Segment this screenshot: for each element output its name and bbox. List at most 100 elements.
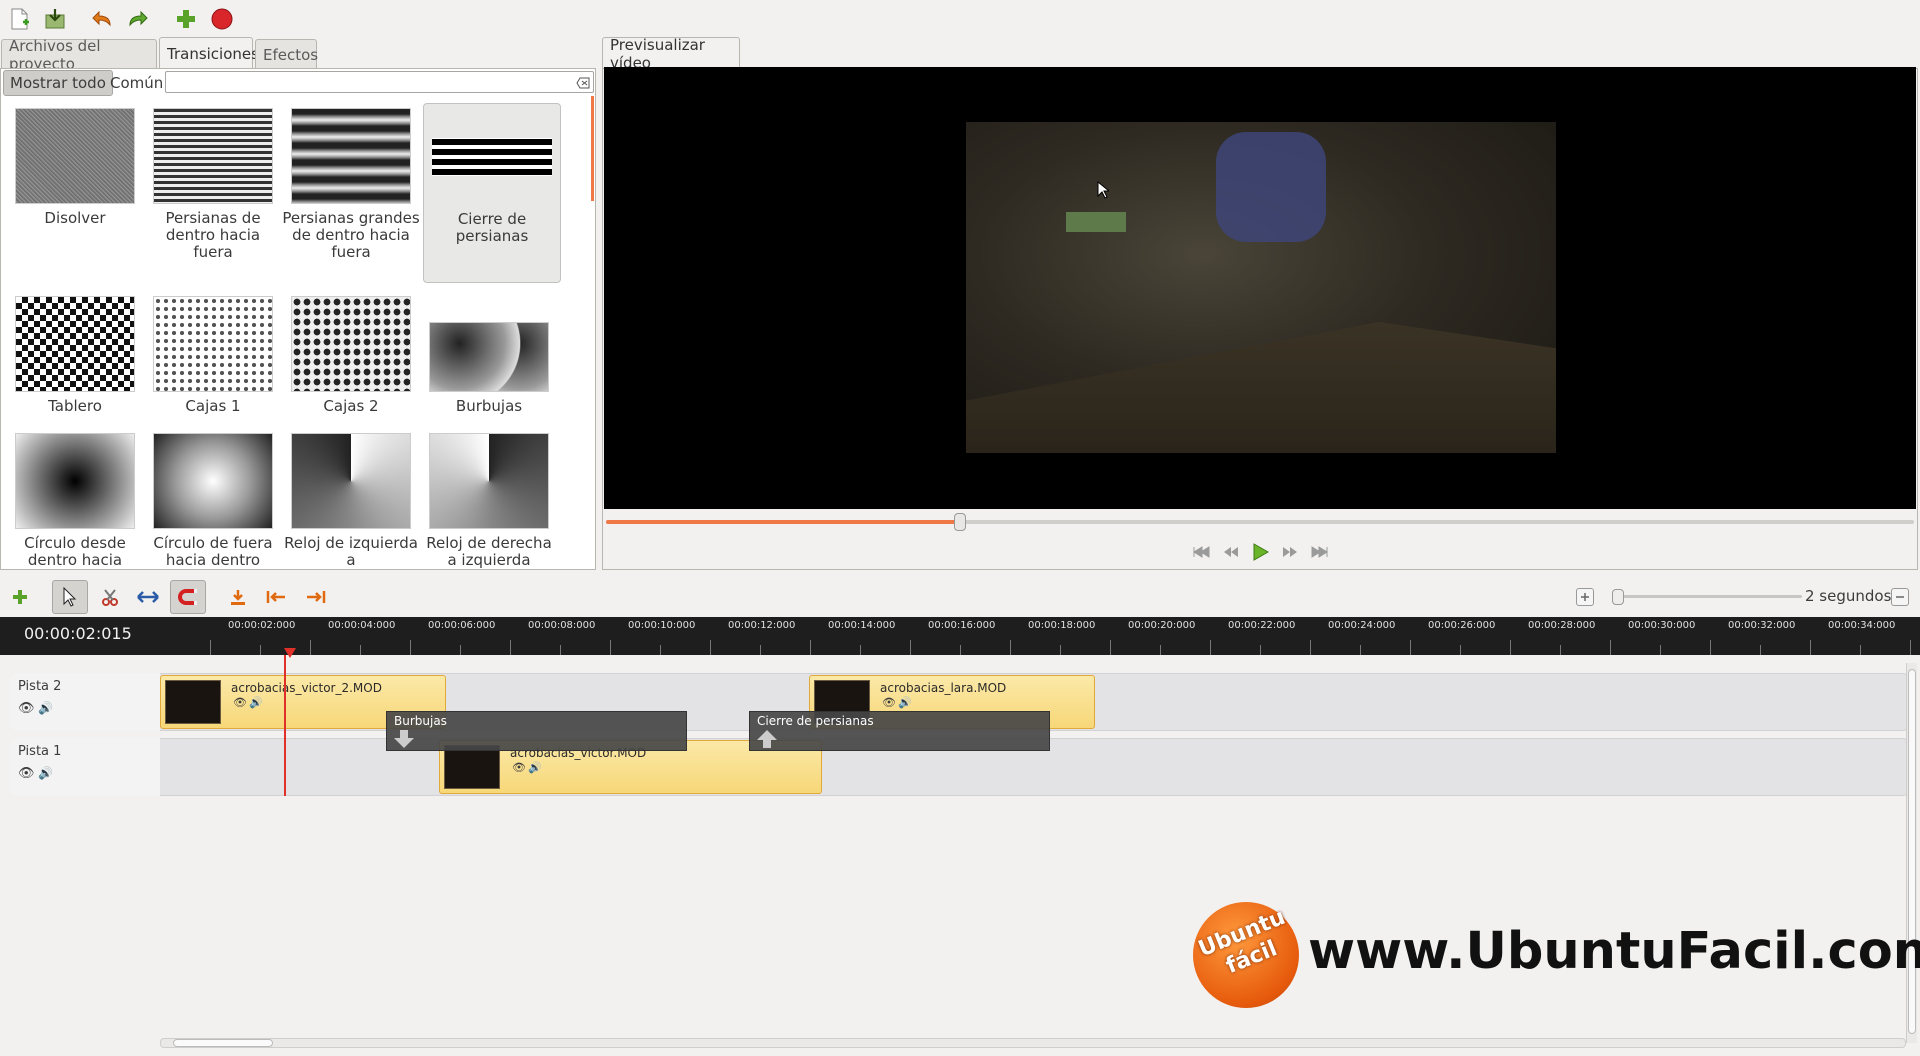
transition-item[interactable]: Disolver bbox=[6, 108, 144, 227]
track-header: Pista 1 👁 🔊 bbox=[10, 738, 160, 796]
transition-item[interactable]: Tablero bbox=[6, 296, 144, 415]
razor-tool-icon[interactable] bbox=[92, 580, 128, 614]
ruler-tick-mark bbox=[210, 640, 211, 655]
skip-start-icon[interactable] bbox=[1190, 541, 1212, 563]
visibility-eye-icon[interactable]: 👁 bbox=[512, 761, 526, 774]
fast-forward-icon[interactable] bbox=[1279, 541, 1301, 563]
zoom-in-icon[interactable] bbox=[1576, 588, 1594, 606]
transition-item[interactable]: Burbujas bbox=[420, 296, 558, 415]
ruler-tick-mark bbox=[1360, 645, 1361, 655]
boxes1-thumb-icon bbox=[153, 296, 273, 392]
clear-search-icon[interactable] bbox=[576, 75, 590, 89]
zoom-slider-handle[interactable] bbox=[1612, 589, 1624, 605]
record-icon[interactable] bbox=[207, 4, 237, 34]
skip-end-icon[interactable] bbox=[1309, 541, 1331, 563]
ruler-tick-label: 00:00:32:000 bbox=[1728, 620, 1796, 631]
ruler-tick-mark bbox=[1160, 645, 1161, 655]
visibility-eye-icon[interactable]: 👁 bbox=[18, 701, 35, 716]
transition-label: Disolver bbox=[44, 209, 106, 227]
ruler-tick-label: 00:00:08:000 bbox=[528, 620, 596, 631]
common-label: Común bbox=[110, 74, 164, 92]
transition-item[interactable]: Persianas grandes de dentro hacia fuera bbox=[282, 108, 420, 261]
transition-item[interactable]: Reloj de derecha a izquierda bbox=[420, 433, 558, 569]
seek-handle[interactable] bbox=[954, 513, 967, 531]
clock-left-thumb-icon bbox=[291, 433, 411, 529]
next-marker-icon[interactable] bbox=[298, 580, 334, 614]
clip-name: acrobacias_victor_2.MOD bbox=[231, 681, 382, 695]
add-marker-icon[interactable] bbox=[220, 580, 256, 614]
new-file-icon[interactable] bbox=[4, 4, 34, 34]
transition-item[interactable]: Círculo desde dentro hacia bbox=[6, 433, 144, 569]
zoom-out-icon[interactable] bbox=[1891, 588, 1909, 606]
seek-track[interactable] bbox=[606, 513, 1914, 531]
previous-marker-icon[interactable] bbox=[258, 580, 294, 614]
visibility-eye-icon[interactable]: 👁 bbox=[882, 696, 896, 709]
ruler-tick-mark bbox=[260, 645, 261, 655]
clip-thumbnail bbox=[165, 680, 221, 724]
transition-item-selected[interactable]: Cierre de persianas bbox=[423, 103, 561, 283]
vertical-scrollbar[interactable] bbox=[1906, 663, 1917, 1043]
common-button[interactable]: Común bbox=[104, 70, 169, 96]
tab-transitions[interactable]: Transiciones bbox=[159, 37, 259, 69]
transition-item[interactable]: Círculo de fuera hacia dentro bbox=[144, 433, 282, 569]
play-icon[interactable] bbox=[1249, 541, 1271, 563]
resize-tool-icon[interactable] bbox=[130, 580, 166, 614]
transition-item[interactable]: Persianas de dentro hacia fuera bbox=[144, 108, 282, 261]
transition-label: Persianas de dentro hacia fuera bbox=[165, 209, 261, 261]
zoom-slider[interactable] bbox=[1612, 589, 1802, 605]
add-track-icon[interactable] bbox=[2, 580, 38, 614]
checkerboard-thumb-icon bbox=[15, 296, 135, 392]
clock-right-thumb-icon bbox=[429, 433, 549, 529]
audio-speaker-icon[interactable]: 🔊 bbox=[528, 761, 542, 774]
audio-speaker-icon[interactable]: 🔊 bbox=[898, 696, 912, 709]
tab-preview[interactable]: Previsualizar vídeo bbox=[602, 36, 740, 72]
video-viewport[interactable] bbox=[604, 67, 1916, 509]
ruler-tick-mark bbox=[1660, 645, 1661, 655]
ruler-tick-mark bbox=[1610, 640, 1611, 655]
transition-item[interactable]: Cajas 1 bbox=[144, 296, 282, 415]
audio-speaker-icon[interactable]: 🔊 bbox=[38, 701, 53, 715]
add-icon[interactable] bbox=[171, 4, 201, 34]
timeline-transition[interactable]: Burbujas bbox=[386, 711, 687, 751]
redo-icon[interactable] bbox=[123, 4, 153, 34]
ruler-tick-mark bbox=[1110, 640, 1111, 655]
boxes2-thumb-icon bbox=[291, 296, 411, 392]
rewind-icon[interactable] bbox=[1220, 541, 1242, 563]
audio-speaker-icon[interactable]: 🔊 bbox=[249, 696, 263, 709]
transition-label: Cajas 2 bbox=[323, 397, 379, 415]
undo-icon[interactable] bbox=[87, 4, 117, 34]
show-all-button[interactable]: Mostrar todo bbox=[3, 70, 113, 96]
playhead-line[interactable] bbox=[284, 655, 286, 796]
ruler-tick-label: 00:00:18:000 bbox=[1028, 620, 1096, 631]
snap-magnet-icon[interactable] bbox=[170, 580, 206, 614]
ruler-tick-label: 00:00:14:000 bbox=[828, 620, 896, 631]
transition-item[interactable]: Reloj de izquierda a bbox=[282, 433, 420, 569]
watermark-url: www.UbuntuFacil.com bbox=[1308, 922, 1920, 981]
ruler-tick-mark bbox=[410, 640, 411, 655]
ruler-tick-mark bbox=[610, 640, 611, 655]
arrow-up-icon bbox=[756, 730, 778, 751]
audio-speaker-icon[interactable]: 🔊 bbox=[38, 766, 53, 780]
ruler-tick-mark bbox=[560, 645, 561, 655]
transition-label: Círculo desde dentro hacia bbox=[24, 534, 126, 569]
visibility-eye-icon[interactable]: 👁 bbox=[233, 696, 247, 709]
transition-item[interactable]: Cajas 2 bbox=[282, 296, 420, 415]
save-icon[interactable] bbox=[40, 4, 70, 34]
search-input[interactable] bbox=[165, 71, 594, 93]
ruler-tick-label: 00:00:02:000 bbox=[228, 620, 296, 631]
timeline-transition[interactable]: Cierre de persianas bbox=[749, 711, 1050, 751]
ruler-tick-mark bbox=[760, 645, 761, 655]
ruler-tick-label: 00:00:16:000 bbox=[928, 620, 996, 631]
circle-out-thumb-icon bbox=[153, 433, 273, 529]
tab-effects[interactable]: Efectos bbox=[255, 39, 318, 69]
ruler-tick-label: 00:00:28:000 bbox=[1528, 620, 1596, 631]
tab-project-files[interactable]: Archivos del proyecto bbox=[1, 37, 157, 73]
scroll-thumb[interactable] bbox=[173, 1039, 273, 1047]
arrow-down-icon bbox=[393, 730, 415, 751]
ruler-tick-mark bbox=[1210, 640, 1211, 655]
scroll-indicator[interactable] bbox=[591, 96, 594, 201]
ruler-tick-label: 00:00:24:000 bbox=[1328, 620, 1396, 631]
select-tool-icon[interactable] bbox=[52, 580, 88, 614]
horizontal-scrollbar[interactable] bbox=[160, 1038, 1906, 1048]
visibility-eye-icon[interactable]: 👁 bbox=[18, 766, 35, 781]
